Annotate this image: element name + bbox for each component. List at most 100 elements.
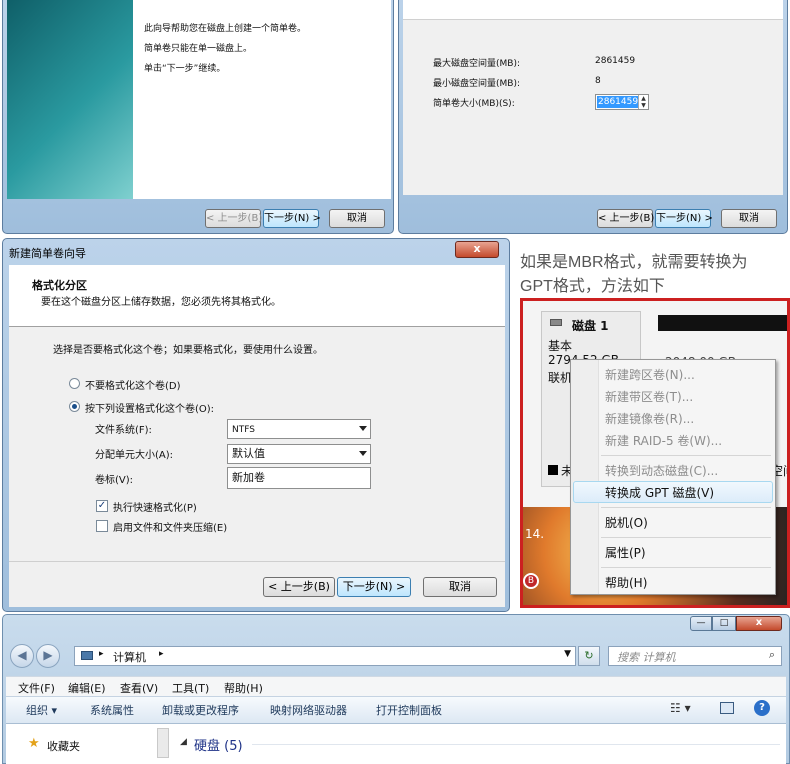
min-space-label: 最小磁盘空间量(MB): [433,79,520,89]
menu-separator [601,455,771,456]
fs-value: NTFS [232,425,255,435]
menu-separator [601,507,771,508]
intro-line-2: 简单卷只能在单一磁盘上。 [144,44,253,54]
format-next-button[interactable]: 下一步(N) > [337,577,411,597]
menu-properties[interactable]: 属性(P) [605,544,646,561]
format-back-button[interactable]: < 上一步(B) [263,577,335,597]
menu-new-mirrored[interactable]: 新建镜像卷(R)... [605,410,694,427]
radio-no-format[interactable] [69,378,80,389]
section-rule [252,744,780,745]
menu-bar: 文件(F) 编辑(E) 查看(V) 工具(T) 帮助(H) [6,676,786,696]
wizard-size-window: 最大磁盘空间量(MB): 2861459 最小磁盘空间量(MB): 8 简单卷大… [398,0,788,234]
maximize-icon: □ [719,618,729,628]
address-path[interactable]: 计算机 [113,649,146,665]
max-space-value: 2861459 [595,56,636,66]
menu-help[interactable]: 帮助(H) [224,680,263,696]
hard-disk-section-header[interactable]: 硬盘 (5) [194,735,243,754]
intro-line-3: 单击“下一步”继续。 [144,64,226,74]
note-line-2: GPT格式，方法如下 [520,278,665,295]
quick-format-checkbox[interactable]: ✓ [96,500,108,512]
minimize-button[interactable]: — [690,616,712,631]
minimize-icon: — [696,618,706,628]
size-spin-input[interactable]: 2861459 ▲ ▼ [595,94,649,110]
format-divider [9,561,505,562]
search-placeholder: 搜索 计算机 [617,651,676,664]
address-dropdown-icon[interactable]: ▼ [564,649,571,659]
star-icon: ★ [28,736,40,751]
format-prompt: 选择是否要格式化这个卷；如果要格式化，要使用什么设置。 [53,345,323,356]
chevron-down-icon [359,451,367,456]
wallpaper-label: 14. [525,527,545,541]
menu-new-raid5[interactable]: 新建 RAID-5 卷(W)... [605,432,722,449]
volume-value: 新加卷 [232,471,265,484]
menu-separator [601,567,771,568]
radio-format[interactable] [69,401,80,412]
menu-file[interactable]: 文件(F) [18,680,55,696]
menu-edit[interactable]: 编辑(E) [68,680,106,696]
computer-icon [81,651,93,660]
forward-arrow-icon: ▶ [43,648,53,662]
quick-format-label: 执行快速格式化(P) [113,503,197,514]
size-cancel-button[interactable]: 取消 [721,209,777,228]
menu-new-spanned[interactable]: 新建跨区卷(N)... [605,366,695,383]
menu-help[interactable]: 帮助(H) [605,574,647,591]
preview-pane-icon[interactable] [720,702,734,714]
open-control-panel-button[interactable]: 打开控制面板 [376,702,442,718]
uninstall-program-button[interactable]: 卸载或更改程序 [162,702,239,718]
view-options-icon[interactable]: ☷ ▾ [670,701,691,715]
letter-badge: B [523,573,539,589]
format-subheading: 要在这个磁盘分区上储存数据，您必须先将其格式化。 [41,297,281,308]
map-network-drive-button[interactable]: 映射网络驱动器 [270,702,347,718]
size-next-button[interactable]: 下一步(N) > [655,209,713,228]
menu-offline[interactable]: 脱机(O) [605,514,648,531]
system-properties-button[interactable]: 系统属性 [90,702,134,718]
disk-icon [550,319,562,326]
close-button[interactable]: x [455,241,499,258]
search-icon[interactable]: ⌕ [769,648,775,662]
forward-button[interactable]: ▶ [36,644,60,668]
favorites-label[interactable]: 收藏夹 [47,738,80,754]
alloc-label: 分配单元大小(A): [95,450,174,461]
spin-arrows-icon[interactable]: ▲ ▼ [638,95,648,109]
intro-back-button[interactable]: < 上一步(B) [205,209,262,228]
menu-tools[interactable]: 工具(T) [172,680,209,696]
intro-next-button[interactable]: 下一步(N) > [263,209,321,228]
radio-format-label: 按下列设置格式化这个卷(O): [85,404,215,415]
size-label: 简单卷大小(MB)(S): [433,99,515,109]
menu-new-striped[interactable]: 新建带区卷(T)... [605,388,693,405]
help-icon[interactable]: ? [754,700,770,716]
note-line-1: 如果是MBR格式，就需要转换为 [520,254,748,271]
disk-status: 联机 [548,371,573,385]
wizard-intro-window: 此向导帮助您在磁盘上创建一个简单卷。 简单卷只能在单一磁盘上。 单击“下一步”继… [2,0,394,234]
alloc-select[interactable]: 默认值 [227,444,371,464]
nav-scrollbar[interactable] [157,728,169,758]
alloc-value: 默认值 [232,447,265,460]
collapse-triangle-icon[interactable]: ◢ [180,737,187,747]
format-dialog-title: 新建简单卷向导 [9,247,86,260]
window-close-button[interactable]: x [736,616,782,631]
min-space-value: 8 [595,76,601,86]
address-bar[interactable]: ▸ 计算机 ▸ ▼ [74,646,576,666]
letter-badge-text: B [527,576,535,586]
refresh-button[interactable]: ↻ [578,646,600,666]
maximize-button[interactable]: □ [712,616,736,631]
volume-label-input[interactable]: 新加卷 [227,467,371,489]
size-back-button[interactable]: < 上一步(B) [597,209,654,228]
intro-cancel-button[interactable]: 取消 [329,209,385,228]
close-icon: x [755,617,763,628]
format-cancel-button[interactable]: 取消 [423,577,497,597]
context-menu: 新建跨区卷(N)... 新建带区卷(T)... 新建镜像卷(R)... 新建 R… [570,359,776,595]
menu-view[interactable]: 查看(V) [120,680,158,696]
compress-checkbox[interactable] [96,520,108,532]
back-button[interactable]: ◀ [10,644,34,668]
volume-label: 卷标(V): [95,475,134,486]
close-icon: x [473,242,481,255]
organize-button[interactable]: 组织 ▾ [26,702,57,718]
disk-type: 基本 [548,339,573,353]
menu-convert-dynamic[interactable]: 转换到动态磁盘(C)... [605,462,718,479]
fs-select[interactable]: NTFS [227,419,371,439]
back-arrow-icon: ◀ [17,648,27,662]
menu-convert-gpt[interactable]: 转换成 GPT 磁盘(V) [605,484,714,501]
search-input[interactable]: 搜索 计算机 ⌕ [608,646,782,666]
max-space-label: 最大磁盘空间量(MB): [433,59,520,69]
